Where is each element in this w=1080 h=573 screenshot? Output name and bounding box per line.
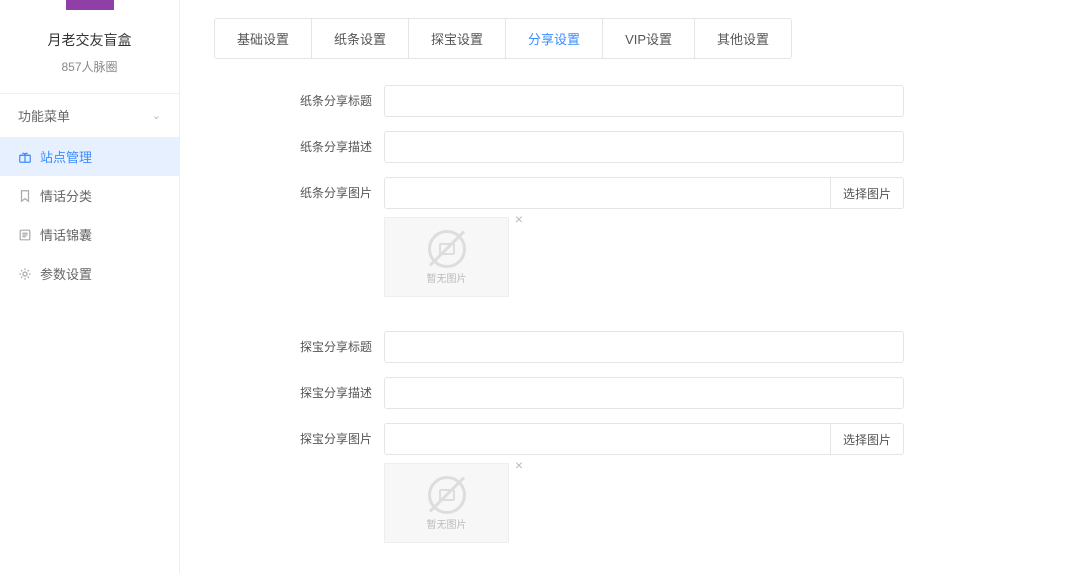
app-logo [66, 0, 114, 10]
main-content: 基础设置 纸条设置 探宝设置 分享设置 VIP设置 其他设置 纸条分享标题 纸条… [180, 0, 1080, 573]
sidebar-item-label: 情话锦囊 [40, 225, 92, 244]
image-placeholder: 暂无图片 [384, 463, 509, 543]
note-share-title-input[interactable] [384, 85, 904, 117]
tab-vip[interactable]: VIP设置 [603, 19, 695, 58]
chevron-down-icon: ⌄ [152, 109, 161, 122]
tab-treasure[interactable]: 探宝设置 [409, 19, 506, 58]
no-image-text: 暂无图片 [427, 270, 467, 285]
sidebar: 月老交友盲盒 857人脉圈 功能菜单 ⌄ 站点管理 情话分类 情话锦囊 [0, 0, 180, 573]
form-label: 纸条分享图片 [214, 177, 384, 209]
form-row-note-share-title: 纸条分享标题 [214, 85, 1046, 117]
treasure-share-desc-input[interactable] [384, 377, 904, 409]
treasure-share-image-input[interactable] [384, 423, 831, 455]
sidebar-item-label: 站点管理 [40, 147, 92, 166]
form-label: 纸条分享标题 [214, 85, 384, 117]
sidebar-item-param-settings[interactable]: 参数设置 [0, 254, 179, 293]
tab-share[interactable]: 分享设置 [506, 19, 603, 58]
no-image-text: 暂无图片 [427, 516, 467, 531]
bookmark-icon [18, 189, 32, 203]
tab-other[interactable]: 其他设置 [695, 19, 791, 58]
sidebar-item-label: 情话分类 [40, 186, 92, 205]
settings-tabs: 基础设置 纸条设置 探宝设置 分享设置 VIP设置 其他设置 [214, 18, 792, 59]
form-row-treasure-share-image: 探宝分享图片 选择图片 暂无图片 × [214, 423, 1046, 543]
select-image-button[interactable]: 选择图片 [831, 177, 904, 209]
sidebar-item-site-manage[interactable]: 站点管理 [0, 137, 179, 176]
sidebar-item-love-category[interactable]: 情话分类 [0, 176, 179, 215]
no-image-icon [428, 476, 466, 514]
form-label: 探宝分享标题 [214, 331, 384, 363]
app-subtitle: 857人脉圈 [0, 58, 179, 75]
list-icon [18, 228, 32, 242]
no-image-icon [428, 230, 466, 268]
app-container: 月老交友盲盒 857人脉圈 功能菜单 ⌄ 站点管理 情话分类 情话锦囊 [0, 0, 1080, 573]
tab-basic[interactable]: 基础设置 [215, 19, 312, 58]
close-icon[interactable]: × [515, 211, 523, 227]
menu-group-functions[interactable]: 功能菜单 ⌄ [0, 93, 179, 137]
tab-note[interactable]: 纸条设置 [312, 19, 409, 58]
image-thumbnail-container: 暂无图片 × [384, 463, 509, 543]
share-settings-form: 纸条分享标题 纸条分享描述 纸条分享图片 选择图片 暂无图 [214, 85, 1046, 573]
close-icon[interactable]: × [515, 457, 523, 473]
treasure-share-title-input[interactable] [384, 331, 904, 363]
note-share-desc-input[interactable] [384, 131, 904, 163]
form-row-treasure-share-title: 探宝分享标题 [214, 331, 1046, 363]
form-label: 纸条分享描述 [214, 131, 384, 163]
form-label: 探宝分享描述 [214, 377, 384, 409]
sidebar-item-label: 参数设置 [40, 264, 92, 283]
gift-icon [18, 150, 32, 164]
app-title: 月老交友盲盒 [0, 30, 179, 50]
form-row-note-share-image: 纸条分享图片 选择图片 暂无图片 × [214, 177, 1046, 297]
select-image-button[interactable]: 选择图片 [831, 423, 904, 455]
menu-group-label: 功能菜单 [18, 106, 70, 125]
form-label: 探宝分享图片 [214, 423, 384, 455]
sidebar-item-love-tips[interactable]: 情话锦囊 [0, 215, 179, 254]
image-placeholder: 暂无图片 [384, 217, 509, 297]
image-thumbnail-container: 暂无图片 × [384, 217, 509, 297]
form-row-treasure-share-desc: 探宝分享描述 [214, 377, 1046, 409]
gear-icon [18, 267, 32, 281]
note-share-image-input[interactable] [384, 177, 831, 209]
form-row-note-share-desc: 纸条分享描述 [214, 131, 1046, 163]
